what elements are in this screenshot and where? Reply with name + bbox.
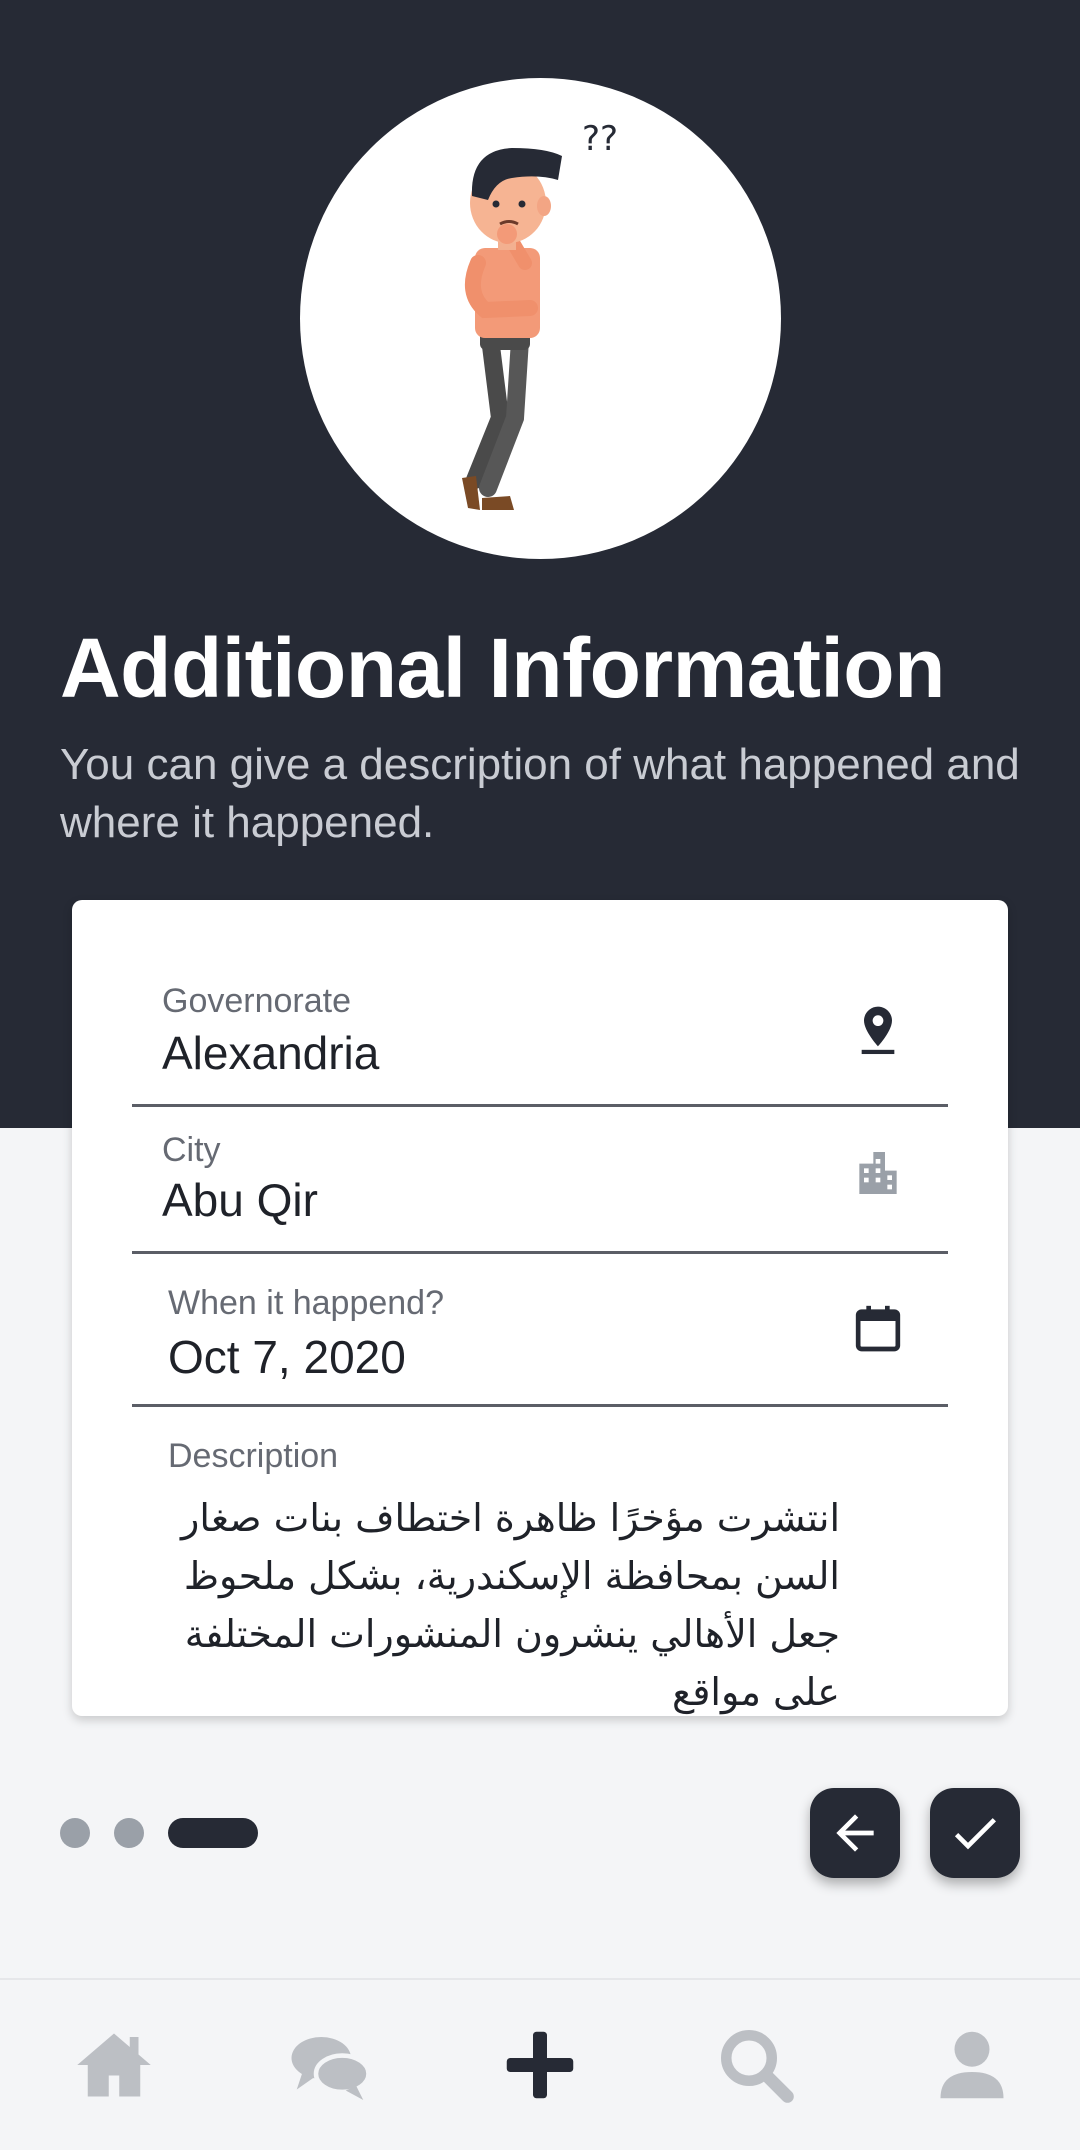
- description-label: Description: [168, 1437, 339, 1475]
- governorate-value[interactable]: Alexandria: [162, 1026, 379, 1080]
- arrow-left-icon: [836, 1814, 874, 1852]
- city-field[interactable]: City Abu Qir: [132, 1107, 948, 1254]
- step-dot-3-active: [168, 1818, 258, 1848]
- city-label: City: [162, 1131, 221, 1169]
- bottom-navigation-bar: [0, 1978, 1080, 2150]
- submit-button[interactable]: [930, 1788, 1020, 1878]
- confused-person-illustration: ??: [300, 78, 781, 559]
- search-icon: [721, 2030, 794, 2103]
- city-buildings-icon[interactable]: [850, 1145, 906, 1201]
- chat-bubbles-icon: [291, 2037, 371, 2100]
- location-pin-icon[interactable]: [850, 1002, 906, 1058]
- description-field[interactable]: Description انتشرت مؤخرًا ظاهرة اختطاف ب…: [132, 1407, 948, 1716]
- governorate-field[interactable]: Governorate Alexandria: [132, 900, 948, 1107]
- user-icon: [940, 2031, 1004, 2099]
- nav-profile-tab[interactable]: [864, 1980, 1080, 2150]
- date-label: When it happend?: [168, 1284, 444, 1322]
- step-dot-1: [60, 1818, 90, 1848]
- additional-info-form-card: Governorate Alexandria City Abu Qir When…: [72, 900, 1008, 1716]
- check-icon: [954, 1818, 996, 1850]
- nav-add-report-tab[interactable]: [432, 1980, 648, 2150]
- page-subtitle: You can give a description of what happe…: [60, 740, 1020, 847]
- description-textarea[interactable]: انتشرت مؤخرًا ظاهرة اختطاف بنات صغار الس…: [180, 1489, 840, 1716]
- date-field[interactable]: When it happend? Oct 7, 2020: [132, 1254, 948, 1407]
- governorate-label: Governorate: [162, 982, 351, 1020]
- question-marks: ??: [582, 119, 618, 159]
- nav-search-tab[interactable]: [648, 1980, 864, 2150]
- home-icon: [77, 2033, 151, 2097]
- back-button[interactable]: [810, 1788, 900, 1878]
- nav-chat-tab[interactable]: [222, 1980, 438, 2150]
- date-value[interactable]: Oct 7, 2020: [168, 1330, 406, 1384]
- calendar-icon[interactable]: [850, 1300, 906, 1356]
- page-title: Additional Information: [60, 621, 945, 715]
- city-value[interactable]: Abu Qir: [162, 1173, 318, 1227]
- plus-icon: [506, 2031, 574, 2099]
- step-dot-2: [114, 1818, 144, 1848]
- thinking-man-icon: ??: [462, 119, 618, 510]
- nav-home-tab[interactable]: [6, 1980, 222, 2150]
